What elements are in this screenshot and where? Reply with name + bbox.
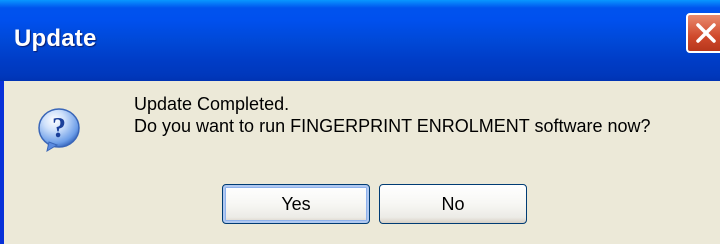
dialog-body: ? Update Completed. Do you want to run F…: [4, 81, 720, 244]
dialog-window: Update ? Update Completed. Do you want t…: [0, 0, 720, 244]
close-button[interactable]: [686, 13, 720, 53]
message-text: Update Completed. Do you want to run FIN…: [134, 93, 651, 137]
message-line-2: Do you want to run FINGERPRINT ENROLMENT…: [134, 116, 651, 136]
window-title: Update: [14, 25, 97, 52]
yes-button[interactable]: Yes: [222, 184, 370, 224]
no-button[interactable]: No: [379, 184, 527, 224]
message-line-1: Update Completed.: [134, 94, 290, 114]
close-icon: [688, 15, 720, 51]
question-icon: ?: [37, 106, 81, 153]
svg-text:?: ?: [52, 113, 66, 144]
title-bar[interactable]: Update: [0, 0, 720, 81]
